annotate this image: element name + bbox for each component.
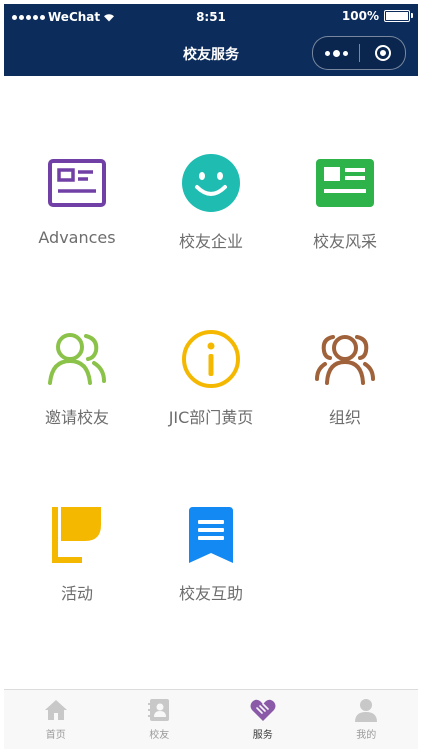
users-icon (46, 328, 108, 390)
service-label: 邀请校友 (44, 408, 109, 427)
service-label: 组织 (328, 408, 361, 427)
smiley-face-icon (180, 152, 242, 214)
service-alumni-enterprise[interactable]: 校友企业 (142, 152, 280, 272)
tab-home[interactable]: 首页 (4, 690, 108, 749)
target-icon (374, 45, 391, 61)
tab-alumni[interactable]: 校友 (108, 690, 212, 749)
info-icon (180, 328, 242, 390)
service-alumni-mutual-aid[interactable]: 校友互助 (142, 504, 280, 624)
service-label: 校友互助 (178, 584, 243, 603)
service-activities[interactable]: 活动 (8, 504, 146, 624)
tab-label: 我的 (356, 730, 377, 741)
top-bar: WeChat 8:51 100% 校友服务 (4, 4, 418, 76)
app-frame: WeChat 8:51 100% 校友 服务 Advances 校友企业 校友风采… (4, 4, 418, 749)
news-card-icon (314, 152, 376, 214)
service-organization[interactable]: 组织 (276, 328, 414, 448)
bookmark-list-icon (180, 504, 242, 566)
service-label: 校友企业 (178, 232, 243, 251)
contacts-icon (146, 697, 172, 723)
service-label: Advances (38, 228, 116, 247)
service-label: 活动 (60, 584, 93, 603)
service-invite-alumni[interactable]: 邀请校友 (8, 328, 146, 448)
flag-icon (46, 504, 108, 566)
service-label: JIC部门黄页 (168, 408, 254, 427)
home-icon (43, 697, 69, 723)
tab-service[interactable]: 服务 (211, 690, 315, 749)
service-advances[interactable]: Advances (8, 152, 146, 272)
service-alumni-style[interactable]: 校友风采 (276, 152, 414, 272)
mini-program-capsule (312, 36, 406, 70)
service-jic-yellow-pages[interactable]: JIC部门黄页 (142, 328, 280, 448)
battery-percent: 100% (341, 9, 379, 23)
id-card-icon (46, 152, 108, 214)
tab-label: 校友 (149, 730, 170, 741)
bottom-tab-bar: 首页 校友 服务 我的 (4, 689, 418, 749)
handshake-heart-icon (250, 697, 276, 723)
battery-indicator: 100% (341, 9, 413, 23)
group-icon (314, 328, 376, 390)
status-bar: WeChat 8:51 100% (4, 4, 418, 28)
service-label: 校友风采 (312, 232, 377, 251)
battery-icon (384, 10, 413, 22)
person-icon (353, 697, 379, 723)
service-grid: Advances 校友企业 校友风采 邀请校友 JIC部门黄页 组织 活动 校友… (4, 76, 418, 690)
more-button[interactable] (313, 37, 359, 69)
tab-label: 首页 (45, 730, 66, 741)
tab-mine[interactable]: 我的 (315, 690, 419, 749)
close-button[interactable] (360, 37, 405, 69)
tab-label: 服务 (252, 730, 273, 741)
